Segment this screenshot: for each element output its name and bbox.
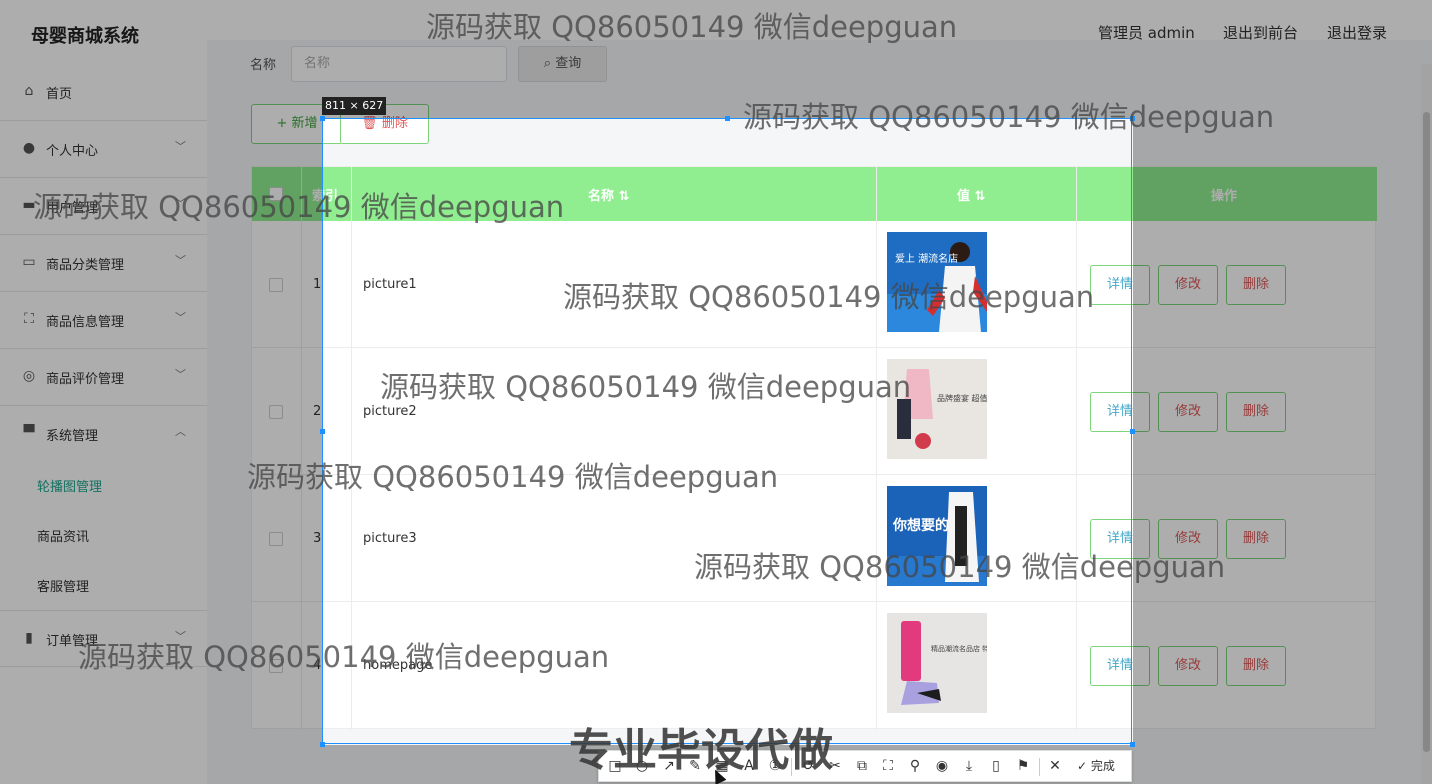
resize-handle[interactable] [320, 116, 325, 121]
close-icon[interactable]: ✕ [1045, 756, 1065, 776]
watermark-text: 源码获取 QQ86050149 微信deepguan [380, 370, 912, 404]
resize-handle[interactable] [320, 742, 325, 747]
capture-dim-overlay [1133, 118, 1432, 745]
watermark-text: 源码获取 QQ86050149 微信deepguan [247, 460, 779, 494]
phone-icon[interactable]: ▯ [986, 756, 1006, 776]
ocr-icon[interactable]: ⛶ [878, 756, 898, 776]
watermark-text: 源码获取 QQ86050149 微信deepguan [78, 640, 610, 674]
check-icon: ✓ [1077, 759, 1088, 773]
done-label: 完成 [1090, 759, 1115, 773]
promo-watermark: 专业毕设代做 [569, 725, 833, 776]
watermark-text: 源码获取 QQ86050149 微信deepguan [694, 550, 1226, 584]
watermark-text: 源码获取 QQ86050149 微信deepguan [563, 280, 1095, 314]
done-button[interactable]: ✓ 完成 [1077, 757, 1115, 774]
watermark-text: 源码获取 QQ86050149 微信deepguan [743, 100, 1275, 134]
resize-handle[interactable] [1130, 742, 1135, 747]
resize-handle[interactable] [725, 116, 730, 121]
resize-handle[interactable] [1130, 429, 1135, 434]
watermark-text: 源码获取 QQ86050149 微信deepguan [426, 10, 958, 44]
toolbar-divider [1039, 758, 1040, 776]
download-icon[interactable]: ⤓ [959, 756, 979, 776]
translate-icon[interactable]: ⧉ [852, 756, 872, 776]
capture-size-badge: 811 × 627 [322, 97, 387, 115]
pin-icon[interactable]: ⚲ [905, 756, 925, 776]
resize-handle[interactable] [320, 429, 325, 434]
bookmark-icon[interactable]: ⚑ [1013, 756, 1033, 776]
watermark-text: 源码获取 QQ86050149 微信deepguan [33, 190, 565, 224]
record-icon[interactable]: ◉ [932, 756, 952, 776]
